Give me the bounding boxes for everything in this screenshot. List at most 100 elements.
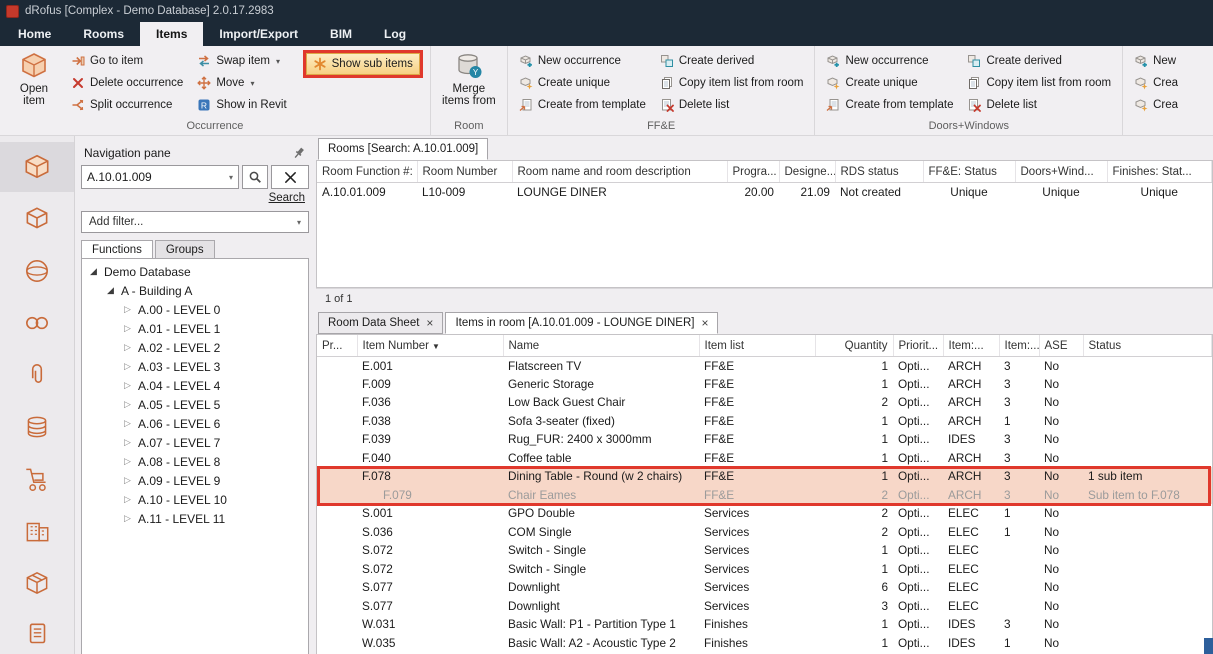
menu-tab-bim[interactable]: BIM — [314, 22, 368, 46]
tree-expander-icon[interactable]: ▷ — [122, 418, 133, 429]
ribbon-button-new-occurrence[interactable]: New occurrence — [820, 50, 959, 72]
ribbon-button-create-from-template[interactable]: Create from template — [513, 94, 652, 116]
close-icon[interactable]: × — [426, 316, 433, 330]
tree-node-a-06-level-6[interactable]: ▷A.06 - LEVEL 6 — [82, 414, 308, 433]
items-column-pr-0[interactable]: Pr... — [317, 335, 357, 356]
tree-expander-icon[interactable]: ▷ — [122, 494, 133, 505]
menu-tab-rooms[interactable]: Rooms — [67, 22, 140, 46]
table-row[interactable]: F.039Rug_FUR: 2400 x 3000mmFF&E1Opti...I… — [317, 430, 1212, 449]
ribbon-button-create-derived[interactable]: Create derived — [654, 50, 810, 72]
close-icon[interactable]: × — [701, 316, 708, 330]
ribbon-button-create-derived[interactable]: Create derived — [961, 50, 1117, 72]
ribbon-button-new-occurrence[interactable]: New occurrence — [513, 50, 652, 72]
table-row[interactable]: W.031Basic Wall: P1 - Partition Type 1Fi… — [317, 615, 1212, 634]
tab-rooms-search[interactable]: Rooms [Search: A.10.01.009] — [318, 138, 488, 160]
menu-tab-log[interactable]: Log — [368, 22, 422, 46]
rooms-column-room-number[interactable]: Room Number — [417, 161, 512, 182]
pin-icon[interactable] — [292, 146, 306, 160]
items-column-status-9[interactable]: Status — [1083, 335, 1212, 356]
ribbon-button-delete-list[interactable]: Delete list — [961, 94, 1117, 116]
items-column-ase-8[interactable]: ASE — [1039, 335, 1083, 356]
tree-expander-icon[interactable]: ▷ — [122, 456, 133, 467]
search-link[interactable]: Search — [269, 192, 305, 204]
tree-node-a-03-level-3[interactable]: ▷A.03 - LEVEL 3 — [82, 357, 308, 376]
rooms-column-rds-status[interactable]: RDS status — [835, 161, 923, 182]
clear-search-button[interactable] — [271, 165, 309, 189]
module-catalog-button[interactable] — [0, 558, 74, 608]
table-row[interactable]: F.040Coffee tableFF&E1Opti...ARCH3No — [317, 449, 1212, 468]
nav-tab-functions[interactable]: Functions — [81, 240, 153, 258]
search-combo[interactable]: A.10.01.009 ▾ — [81, 165, 239, 189]
items-column-item-6[interactable]: Item:... — [943, 335, 999, 356]
ribbon-button-create-from-template[interactable]: Create from template — [820, 94, 959, 116]
table-row[interactable]: S.001GPO DoubleServices2Opti...ELEC1No — [317, 504, 1212, 523]
tree-expander-icon[interactable]: ▷ — [122, 323, 133, 334]
tree-node-demo-database[interactable]: ◢Demo Database — [82, 262, 308, 281]
ribbon-button-swap-item[interactable]: Swap item▾ — [191, 50, 292, 72]
merge-items-from-button[interactable]: Merge items from — [436, 48, 502, 107]
table-row[interactable]: S.077DownlightServices3Opti...ELECNo — [317, 597, 1212, 616]
ribbon-button-show-in-revit[interactable]: Show in Revit — [191, 94, 292, 116]
tree-node-a-00-level-0[interactable]: ▷A.00 - LEVEL 0 — [82, 300, 308, 319]
module-attachments-button[interactable] — [0, 350, 74, 400]
tree-expander-icon[interactable]: ▷ — [122, 437, 133, 448]
tree-expander-icon[interactable]: ▷ — [122, 380, 133, 391]
table-row[interactable]: F.079Chair EamesFF&E2Opti...ARCH3NoSub i… — [317, 486, 1212, 505]
ribbon-button-copy-item-list-from-room[interactable]: Copy item list from room — [654, 72, 810, 94]
table-row[interactable]: E.001Flatscreen TVFF&E1Opti...ARCH3No — [317, 356, 1212, 375]
tree-node-a-07-level-7[interactable]: ▷A.07 - LEVEL 7 — [82, 433, 308, 452]
tree-node-a-09-level-9[interactable]: ▷A.09 - LEVEL 9 — [82, 471, 308, 490]
add-filter-dropdown[interactable]: Add filter... ▾ — [81, 211, 309, 233]
items-column-name-2[interactable]: Name — [503, 335, 699, 356]
ribbon-button-copy-item-list-from-room[interactable]: Copy item list from room — [961, 72, 1117, 94]
search-button[interactable] — [242, 165, 268, 189]
ribbon-button-crea[interactable]: Crea — [1128, 72, 1184, 94]
rooms-column-progra[interactable]: Progra... — [727, 161, 779, 182]
module-logistics-button[interactable] — [0, 454, 74, 504]
menu-tab-home[interactable]: Home — [2, 22, 67, 46]
rooms-column-room-function[interactable]: Room Function #: — [317, 161, 417, 182]
tree-expander-icon[interactable]: ▷ — [122, 475, 133, 486]
menu-tab-items[interactable]: Items — [140, 22, 203, 46]
items-column-priorit-5[interactable]: Priorit... — [893, 335, 943, 356]
rooms-column-room-name-and-room-description[interactable]: Room name and room description — [512, 161, 727, 182]
table-row[interactable]: S.077DownlightServices6Opti...ELECNo — [317, 578, 1212, 597]
table-row[interactable]: W.035Basic Wall: A2 - Acoustic Type 2Fin… — [317, 634, 1212, 653]
ribbon-button-create-unique[interactable]: Create unique — [820, 72, 959, 94]
rooms-row[interactable]: A.10.01.009L10-009LOUNGE DINER20.0021.09… — [317, 182, 1212, 201]
ribbon-button-new[interactable]: New — [1128, 50, 1184, 72]
ribbon-button-crea[interactable]: Crea — [1128, 94, 1184, 116]
module-products-button[interactable] — [0, 246, 74, 296]
module-occurrences-button[interactable] — [0, 194, 74, 244]
table-row[interactable]: S.072Switch - SingleServices1Opti...ELEC… — [317, 560, 1212, 579]
module-buildings-button[interactable] — [0, 506, 74, 556]
tree-node-a-11-level-11[interactable]: ▷A.11 - LEVEL 11 — [82, 509, 308, 528]
tree-expander-icon[interactable]: ◢ — [88, 266, 99, 277]
ribbon-button-go-to-item[interactable]: Go to item — [65, 50, 189, 72]
table-row[interactable]: S.036COM SingleServices2Opti...ELEC1No — [317, 523, 1212, 542]
ribbon-button-create-unique[interactable]: Create unique — [513, 72, 652, 94]
tree-expander-icon[interactable]: ▷ — [122, 304, 133, 315]
rooms-column-finishes-stat[interactable]: Finishes: Stat... — [1107, 161, 1212, 182]
module-finishes-button[interactable] — [0, 402, 74, 452]
rooms-column-designe[interactable]: Designe... — [779, 161, 835, 182]
tree-node-a-01-level-1[interactable]: ▷A.01 - LEVEL 1 — [82, 319, 308, 338]
rooms-column-ff-e-status[interactable]: FF&E: Status — [923, 161, 1015, 182]
ribbon-button-move[interactable]: Move▾ — [191, 72, 292, 94]
ribbon-button-delete-list[interactable]: Delete list — [654, 94, 810, 116]
tree-node-a-building-a[interactable]: ◢A - Building A — [82, 281, 308, 300]
tree-expander-icon[interactable]: ▷ — [122, 361, 133, 372]
table-row[interactable]: S.072Switch - SingleServices1Opti...ELEC… — [317, 541, 1212, 560]
tree-expander-icon[interactable]: ▷ — [122, 342, 133, 353]
show-sub-items-button[interactable]: Show sub items — [306, 53, 420, 75]
ribbon-button-delete-occurrence[interactable]: Delete occurrence — [65, 72, 189, 94]
tree-expander-icon[interactable]: ▷ — [122, 399, 133, 410]
table-row[interactable]: F.009Generic StorageFF&E1Opti...ARCH3No — [317, 375, 1212, 394]
ribbon-button-split-occurrence[interactable]: Split occurrence — [65, 94, 189, 116]
module-reports-button[interactable] — [0, 610, 74, 654]
module-systems-button[interactable] — [0, 298, 74, 348]
table-row[interactable]: F.038Sofa 3-seater (fixed)FF&E1Opti...AR… — [317, 412, 1212, 431]
tab-room-data-sheet[interactable]: Room Data Sheet × — [318, 312, 443, 334]
table-row[interactable]: F.036Low Back Guest ChairFF&E2Opti...ARC… — [317, 393, 1212, 412]
tab-items-in-room[interactable]: Items in room [A.10.01.009 - LOUNGE DINE… — [445, 312, 718, 334]
